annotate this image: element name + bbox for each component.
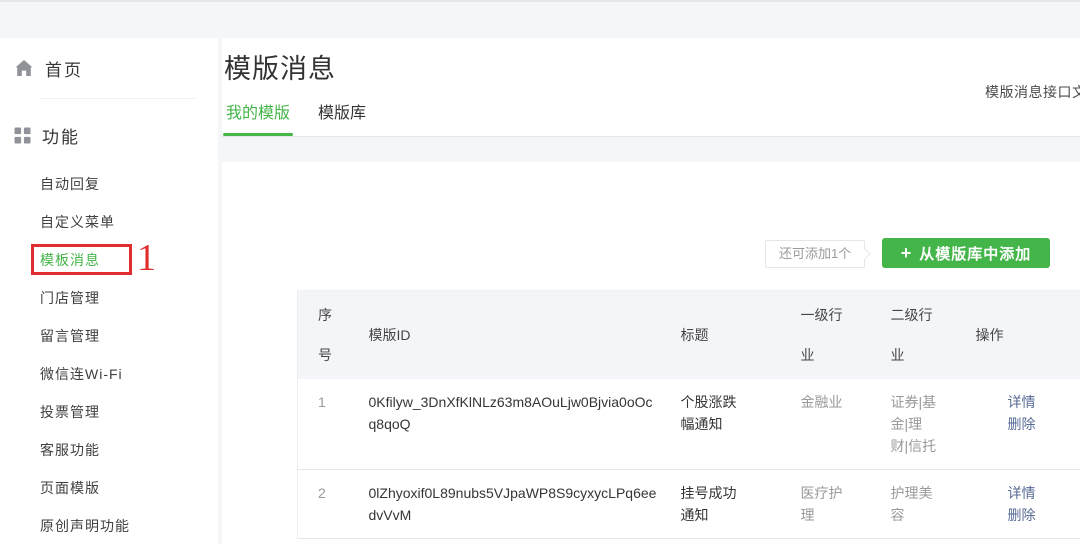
cell-secondary-industry: 证券|基金|理财|信托 <box>871 379 976 470</box>
sidebar-item-original-statement[interactable]: 原创声明功能 <box>0 507 218 544</box>
detail-link[interactable]: 详情 <box>976 391 1036 413</box>
cell-template-id: 0Kfilyw_3DnXfKlNLz63m8AOuLjw0Bjvia0oOcq8… <box>348 379 668 470</box>
tab-template-library[interactable]: 模版库 <box>316 99 368 136</box>
sidebar-menu: 自动回复 自定义菜单 模板消息 1 门店管理 留言管理 微信连Wi-Fi 投票管… <box>0 165 218 544</box>
cell-secondary-industry-text: 护理美容 <box>891 482 937 526</box>
content-panel: 还可添加1个 + 从模版库中添加 序号 模版ID 标题 一级行业 二级行业 操作 <box>222 162 1080 544</box>
cell-primary-industry: 金融业 <box>776 379 871 470</box>
sidebar-item-vote-management[interactable]: 投票管理 <box>0 393 218 431</box>
detail-link[interactable]: 详情 <box>976 482 1036 504</box>
add-from-library-button[interactable]: + 从模版库中添加 <box>882 238 1050 268</box>
sidebar-divider <box>40 98 196 99</box>
wechat-mp-template-message-page: 首页 功能 自动回复 自定义菜单 模板消息 1 门店管理 <box>0 0 1080 544</box>
tab-my-templates[interactable]: 我的模版 <box>224 99 292 136</box>
page-title: 模版消息 <box>224 47 336 86</box>
api-doc-link[interactable]: 模版消息接口文档 <box>985 82 1080 102</box>
top-edge-divider <box>0 0 1080 2</box>
plus-icon: + <box>901 244 913 262</box>
add-button-label: 从模版库中添加 <box>919 243 1031 264</box>
cell-title: 个股涨跌幅通知 <box>668 379 776 470</box>
sidebar-item-customer-service[interactable]: 客服功能 <box>0 431 218 469</box>
sidebar-home-label: 首页 <box>45 56 83 81</box>
cell-primary-industry-text: 医疗护理 <box>801 482 847 526</box>
cell-secondary-industry: 护理美容 <box>871 469 976 538</box>
quota-tooltip: 还可添加1个 <box>765 240 865 268</box>
sidebar: 首页 功能 自动回复 自定义菜单 模板消息 1 门店管理 <box>0 38 218 544</box>
sidebar-item-home[interactable]: 首页 <box>0 48 218 88</box>
cell-title-text: 挂号成功通知 <box>681 482 739 526</box>
sidebar-item-page-template[interactable]: 页面模版 <box>0 469 218 507</box>
sidebar-item-wechat-wifi[interactable]: 微信连Wi-Fi <box>0 355 218 393</box>
annotation-step-number: 1 <box>137 239 157 277</box>
column-header-template-id: 模版ID <box>348 291 668 379</box>
table-row: 2 0lZhyoxif0L89nubs5VJpaWP8S9cyxycLPq6ee… <box>298 469 1080 538</box>
cell-index: 1 <box>298 379 348 470</box>
cell-actions: 详情 删除 <box>976 379 1080 470</box>
content-header: 模版消息 我的模版 模版库 模版消息接口文档 <box>222 38 1080 137</box>
sidebar-features-label: 功能 <box>42 123 80 148</box>
templates-table: 序号 模版ID 标题 一级行业 二级行业 操作 1 0Kfilyw_3DnXfK… <box>297 290 1080 539</box>
cell-primary-industry-text: 金融业 <box>801 391 847 413</box>
sidebar-item-template-message[interactable]: 模板消息 1 <box>0 241 218 279</box>
cell-actions: 详情 删除 <box>976 469 1080 538</box>
tab-bar: 我的模版 模版库 <box>224 99 368 136</box>
column-header-primary-industry: 一级行业 <box>776 291 871 379</box>
sidebar-template-message-label: 模板消息 <box>40 252 100 268</box>
table-row: 1 0Kfilyw_3DnXfKlNLz63m8AOuLjw0Bjvia0oOc… <box>298 379 1080 470</box>
delete-link[interactable]: 删除 <box>976 413 1036 435</box>
column-header-actions: 操作 <box>976 291 1080 379</box>
cell-title-text: 个股涨跌幅通知 <box>681 391 739 435</box>
cell-template-id: 0lZhyoxif0L89nubs5VJpaWP8S9cyxycLPq6eedv… <box>348 469 668 538</box>
sidebar-item-features[interactable]: 功能 <box>0 115 218 155</box>
sidebar-item-store-management[interactable]: 门店管理 <box>0 279 218 317</box>
cell-primary-industry: 医疗护理 <box>776 469 871 538</box>
column-header-title: 标题 <box>668 291 776 379</box>
grid-icon <box>14 127 31 144</box>
column-header-secondary-industry: 二级行业 <box>871 291 976 379</box>
cell-index: 2 <box>298 469 348 538</box>
tooltip-arrow-icon <box>860 248 871 259</box>
home-icon <box>14 58 34 78</box>
sidebar-item-auto-reply[interactable]: 自动回复 <box>0 165 218 203</box>
table-header-row: 序号 模版ID 标题 一级行业 二级行业 操作 <box>298 291 1080 379</box>
delete-link[interactable]: 删除 <box>976 504 1036 526</box>
column-header-index: 序号 <box>298 291 348 379</box>
cell-secondary-industry-text: 证券|基金|理财|信托 <box>891 391 937 457</box>
quota-tooltip-text: 还可添加1个 <box>779 246 851 261</box>
cell-title: 挂号成功通知 <box>668 469 776 538</box>
sidebar-item-comment-management[interactable]: 留言管理 <box>0 317 218 355</box>
sidebar-item-custom-menu[interactable]: 自定义菜单 <box>0 203 218 241</box>
